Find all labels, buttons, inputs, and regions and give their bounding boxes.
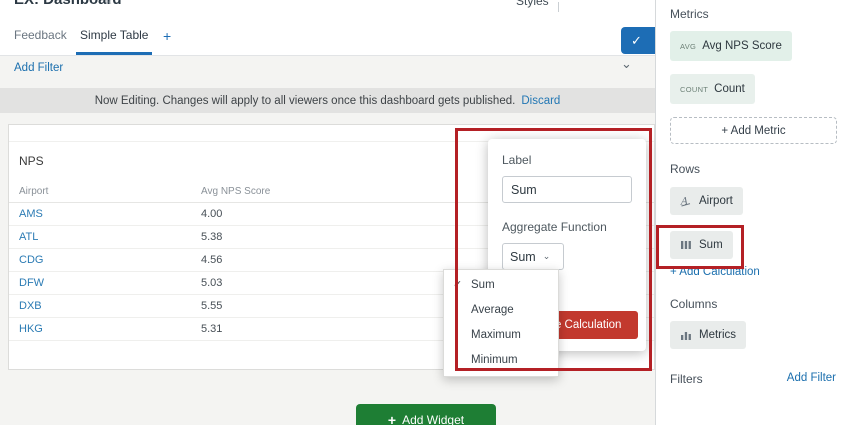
rows-heading: Rows — [670, 162, 700, 176]
score-value: 5.31 — [201, 323, 222, 335]
dropdown-option-sum[interactable]: ✓ Sum — [444, 273, 558, 298]
option-label: Minimum — [471, 354, 518, 366]
add-page-button[interactable]: + — [163, 28, 171, 44]
label-input[interactable] — [502, 176, 632, 203]
metric-label: Avg NPS Score — [702, 40, 782, 52]
active-tab-indicator — [76, 52, 152, 55]
row-field-chip-sum[interactable]: Sum — [670, 231, 733, 259]
metric-label: Count — [714, 83, 745, 95]
metric-type-badge: COUNT — [680, 85, 708, 94]
dashboard-edit-screen: EX: Dashboard ☆ Styles Feedback Simple T… — [0, 0, 850, 425]
metric-type-badge: AVG — [680, 42, 696, 51]
add-calculation-link[interactable]: + Add Calculation — [670, 266, 760, 278]
row-field-chip-airport[interactable]: A Airport — [670, 187, 743, 215]
plus-icon: + — [388, 412, 396, 425]
dropdown-option-average[interactable]: Average — [444, 298, 558, 323]
metrics-heading: Metrics — [670, 7, 709, 21]
score-value: 5.03 — [201, 277, 222, 289]
tab-feedback[interactable]: Feedback — [14, 28, 67, 42]
add-widget-label: Add Widget — [402, 413, 464, 425]
dropdown-option-maximum[interactable]: Maximum — [444, 323, 558, 348]
widget-config-sidebar: Metrics AVG Avg NPS Score COUNT Count + … — [655, 0, 850, 425]
dropdown-option-minimum[interactable]: Minimum — [444, 348, 558, 373]
airport-link[interactable]: DFW — [19, 277, 44, 289]
column-header-avg-nps[interactable]: Avg NPS Score — [201, 186, 270, 197]
column-header-airport[interactable]: Airport — [19, 186, 48, 197]
airport-link[interactable]: HKG — [19, 323, 43, 335]
row-field-label: Sum — [699, 239, 723, 251]
top-header: EX: Dashboard ☆ Styles — [0, 0, 655, 12]
tab-simple-table[interactable]: Simple Table — [80, 28, 148, 42]
airport-link[interactable]: CDG — [19, 254, 43, 266]
aggregate-function-heading: Aggregate Function — [502, 220, 632, 234]
aggregate-dropdown-menu: ✓ Sum Average Maximum Minimum — [443, 269, 559, 377]
check-icon: ✓ — [631, 33, 642, 49]
metric-chip-count[interactable]: COUNT Count — [670, 74, 755, 104]
calculation-icon — [680, 239, 692, 251]
score-value: 4.00 — [201, 208, 222, 220]
chevron-down-icon[interactable]: ⌄ — [621, 56, 632, 72]
airport-link[interactable]: DXB — [19, 300, 42, 312]
column-field-chip-metrics[interactable]: Metrics — [670, 321, 746, 349]
aggregate-selected-value: Sum — [510, 250, 536, 264]
styles-link[interactable]: Styles — [516, 0, 549, 8]
filters-heading: Filters — [670, 372, 703, 386]
sidebar-add-filter-link[interactable]: Add Filter — [787, 372, 836, 384]
caret-down-icon: ⌄ — [543, 251, 551, 262]
tab-bar: Feedback Simple Table + ✓ — [0, 12, 655, 56]
row-field-label: Airport — [699, 195, 733, 207]
score-value: 5.55 — [201, 300, 222, 312]
add-widget-button[interactable]: + Add Widget — [356, 404, 496, 425]
option-label: Sum — [471, 279, 495, 291]
discard-link[interactable]: Discard — [521, 95, 560, 107]
label-field-heading: Label — [502, 153, 632, 167]
star-icon[interactable]: ☆ — [103, 0, 114, 7]
bar-chart-icon — [680, 329, 692, 341]
selected-check-icon: ✓ — [453, 273, 462, 298]
dimension-icon: A — [680, 195, 692, 207]
header-divider — [558, 2, 559, 12]
columns-heading: Columns — [670, 297, 717, 311]
option-label: Maximum — [471, 329, 521, 341]
airport-link[interactable]: ATL — [19, 231, 38, 243]
aggregate-function-select[interactable]: Sum ⌄ — [502, 243, 564, 270]
score-value: 5.38 — [201, 231, 222, 243]
column-field-label: Metrics — [699, 329, 736, 341]
page-add-filter-link[interactable]: Add Filter — [14, 62, 63, 74]
editing-banner: Now Editing. Changes will apply to all v… — [0, 88, 655, 113]
option-label: Average — [471, 304, 514, 316]
score-value: 4.56 — [201, 254, 222, 266]
metric-chip-avg-nps[interactable]: AVG Avg NPS Score — [670, 31, 792, 61]
add-metric-button[interactable]: + Add Metric — [670, 117, 837, 144]
editing-banner-text: Now Editing. Changes will apply to all v… — [95, 95, 516, 107]
airport-link[interactable]: AMS — [19, 208, 43, 220]
